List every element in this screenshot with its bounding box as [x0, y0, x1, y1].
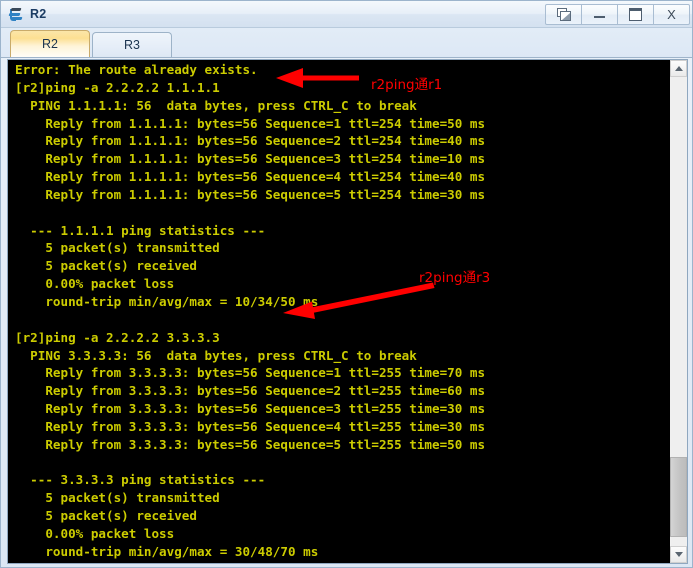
window-title: R2	[30, 7, 47, 21]
restore-icon	[557, 8, 571, 21]
maximize-button[interactable]	[618, 3, 654, 25]
tab-r3[interactable]: R3	[92, 32, 172, 57]
scroll-down-button[interactable]	[670, 546, 687, 563]
maximize-icon	[629, 7, 642, 21]
terminal-scrollbar[interactable]	[669, 60, 687, 563]
scroll-up-button[interactable]	[670, 60, 687, 77]
scrollbar-thumb[interactable]	[670, 456, 687, 537]
tab-r2[interactable]: R2	[10, 30, 90, 57]
tab-r2-label: R2	[42, 37, 58, 51]
terminal-window: R2 X R2 R3 Error: The route already exis…	[0, 0, 693, 568]
terminal-frame: Error: The route already exists. [r2]pin…	[7, 59, 688, 564]
chevron-down-icon	[674, 552, 683, 557]
window-title-group: R2	[1, 6, 545, 23]
tab-strip: R2 R3	[1, 28, 692, 58]
router-icon	[8, 6, 25, 23]
window-controls: X	[545, 3, 690, 25]
minimize-icon	[594, 16, 605, 18]
annotation-ping-r1: r2ping通r1	[371, 77, 443, 93]
close-icon: X	[667, 6, 676, 22]
terminal-output-area[interactable]: Error: The route already exists. [r2]pin…	[8, 60, 669, 563]
window-titlebar: R2 X	[1, 1, 692, 28]
annotation-ping-r3: r2ping通r3	[419, 270, 491, 286]
minimize-button[interactable]	[582, 3, 618, 25]
scrollbar-track[interactable]	[670, 77, 687, 546]
restore-button[interactable]	[545, 3, 582, 25]
close-button[interactable]: X	[654, 3, 690, 25]
console-text: Error: The route already exists. [r2]pin…	[15, 62, 486, 559]
chevron-up-icon	[674, 66, 683, 71]
tab-r3-label: R3	[124, 38, 140, 52]
